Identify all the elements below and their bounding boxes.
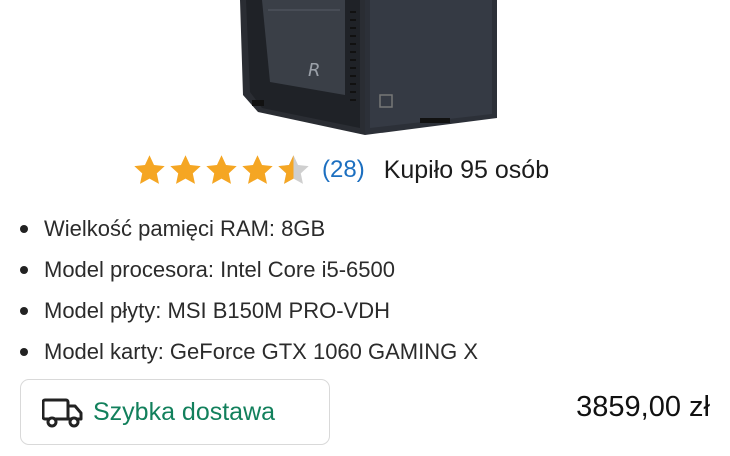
fast-delivery-badge[interactable]: Szybka dostawa <box>20 379 330 445</box>
product-image[interactable]: R <box>0 0 730 145</box>
bullet-icon <box>20 265 28 274</box>
spec-item-ram: Wielkość pamięci RAM: 8GB <box>18 208 478 249</box>
truck-icon <box>42 398 83 428</box>
product-price: 3859,00 zł <box>576 391 710 423</box>
spec-item-motherboard: Model płyty: MSI B150M PRO-VDH <box>18 290 478 331</box>
spec-text: Wielkość pamięci RAM: 8GB <box>44 215 326 241</box>
fast-delivery-label: Szybka dostawa <box>93 397 276 426</box>
spec-list: Wielkość pamięci RAM: 8GB Model procesor… <box>18 208 478 372</box>
star-icon <box>242 154 273 184</box>
star-icon <box>170 154 201 184</box>
spec-text: Model płyty: MSI B150M PRO-VDH <box>44 297 390 323</box>
spec-item-gpu: Model karty: GeForce GTX 1060 GAMING X <box>18 331 478 372</box>
review-count-link[interactable]: (28) <box>322 156 365 184</box>
rating-stars[interactable] <box>132 153 312 188</box>
rating-row: (28) Kupiło 95 osób <box>132 148 549 192</box>
spec-text: Model karty: GeForce GTX 1060 GAMING X <box>44 338 479 364</box>
half-star-icon <box>278 154 309 184</box>
svg-text:R: R <box>308 60 321 81</box>
bullet-icon <box>20 347 28 356</box>
bought-count: Kupiło 95 osób <box>383 155 550 184</box>
star-icon <box>134 154 165 184</box>
spec-item-cpu: Model procesora: Intel Core i5-6500 <box>18 249 478 290</box>
spec-text: Model procesora: Intel Core i5-6500 <box>44 256 395 282</box>
bullet-icon <box>20 306 28 315</box>
bullet-icon <box>20 224 28 233</box>
star-icon <box>206 154 237 184</box>
